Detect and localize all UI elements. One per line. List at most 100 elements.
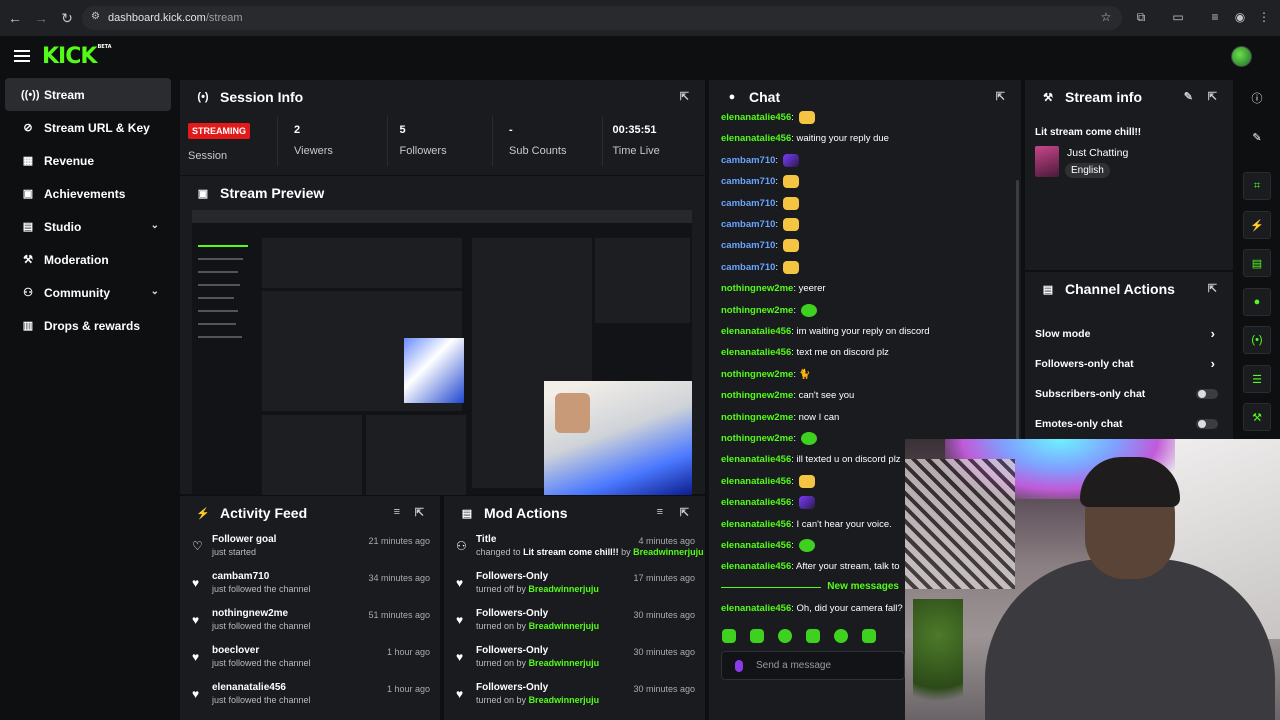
- sidebar-item-stream-url-key[interactable]: ⊘ Stream URL & Key: [5, 111, 171, 144]
- chat-text: Oh, did your camera fall?: [796, 603, 903, 614]
- heart-icon: ♥: [456, 687, 464, 701]
- popout-icon[interactable]: ⇱: [1208, 90, 1217, 103]
- chat-username[interactable]: elenanatalie456: [721, 519, 791, 530]
- chat-username[interactable]: elenanatalie456: [721, 497, 791, 508]
- chat-username[interactable]: elenanatalie456: [721, 540, 791, 551]
- mod-action-user[interactable]: Breadwinnerjuju: [529, 658, 600, 668]
- popout-icon[interactable]: ⇱: [680, 506, 689, 519]
- emote-icon[interactable]: [834, 629, 848, 643]
- emotes-only-toggle[interactable]: [1196, 419, 1218, 429]
- popout-icon[interactable]: ⇱: [1208, 282, 1217, 295]
- microphone-icon[interactable]: [735, 660, 743, 672]
- filter-icon[interactable]: ≡: [394, 506, 400, 518]
- preview-mini-chrome: [192, 210, 692, 223]
- slow-mode-row[interactable]: Slow mode ›: [1035, 326, 1225, 342]
- chat-username[interactable]: elenanatalie456: [721, 561, 791, 572]
- chat-username[interactable]: cambam710: [721, 155, 775, 166]
- emote-icon[interactable]: [778, 629, 792, 643]
- chat-bubble-icon[interactable]: ●: [1243, 288, 1271, 316]
- cast-icon[interactable]: ▭: [1168, 7, 1188, 27]
- crop-icon[interactable]: ⌗: [1243, 172, 1271, 200]
- chat-username[interactable]: elenanatalie456: [721, 476, 791, 487]
- emote-icon: [798, 111, 815, 124]
- broadcast-icon[interactable]: (•): [1243, 326, 1271, 354]
- chat-text: now I can: [798, 411, 840, 423]
- mod-action-user[interactable]: Breadwinnerjuju: [529, 695, 600, 705]
- pencil-icon[interactable]: ✎: [1243, 123, 1271, 151]
- chat-username[interactable]: cambam710: [721, 240, 775, 251]
- wrench-icon: ⚒: [23, 254, 33, 266]
- chevron-down-icon[interactable]: ⌄: [151, 286, 159, 297]
- chat-username[interactable]: elenanatalie456: [721, 326, 791, 337]
- activity-subtitle: just followed the channel: [212, 695, 311, 705]
- wrench-icon[interactable]: ⚒: [1243, 403, 1271, 431]
- category-name[interactable]: Just Chatting: [1067, 147, 1128, 159]
- chat-message-input[interactable]: Send a message: [721, 651, 905, 680]
- filter-icon[interactable]: ≡: [657, 506, 663, 518]
- subscribers-only-toggle[interactable]: [1196, 389, 1218, 399]
- popout-icon[interactable]: ⇱: [996, 90, 1005, 103]
- document-icon[interactable]: ▤: [1243, 249, 1271, 277]
- reload-icon[interactable]: ↻: [56, 7, 78, 29]
- media-icon[interactable]: ≡: [1205, 7, 1225, 27]
- preview-mini-panel: [366, 415, 466, 495]
- extensions-icon[interactable]: ⧉: [1131, 7, 1151, 27]
- stream-preview-video[interactable]: [192, 210, 692, 495]
- new-messages-divider[interactable]: New messages: [721, 581, 903, 593]
- sidebar-item-revenue[interactable]: ▦ Revenue: [5, 144, 171, 177]
- chevron-down-icon[interactable]: ⌄: [151, 220, 159, 231]
- address-bar[interactable]: ⚙ dashboard.kick.com/stream: [82, 6, 1122, 30]
- menu-icon[interactable]: ⋮: [1254, 7, 1274, 27]
- emote-icon[interactable]: [750, 629, 764, 643]
- bookmark-star-icon[interactable]: ☆: [1096, 7, 1116, 27]
- chat-username[interactable]: elenanatalie456: [721, 133, 791, 144]
- stream-info-header: ⚒ Stream info ✎ ⇱: [1025, 80, 1233, 114]
- info-icon[interactable]: ⓘ: [1243, 84, 1271, 112]
- mod-action-user[interactable]: Breadwinnerjuju: [633, 547, 704, 557]
- chat-username[interactable]: nothingnew2me: [721, 412, 793, 423]
- chat-username[interactable]: elenanatalie456: [721, 454, 791, 465]
- popout-icon[interactable]: ⇱: [415, 506, 424, 519]
- sidebar-item-drops-rewards[interactable]: ▥ Drops & rewards: [5, 309, 171, 342]
- layout-icon[interactable]: ☰: [1243, 365, 1271, 393]
- chat-username[interactable]: cambam710: [721, 198, 775, 209]
- chat-username[interactable]: cambam710: [721, 262, 775, 273]
- chat-username[interactable]: nothingnew2me: [721, 433, 793, 444]
- activity-time: 1 hour ago: [386, 684, 430, 694]
- emote-icon: [782, 239, 799, 253]
- panel-title: Mod Actions: [484, 505, 568, 521]
- chat-username[interactable]: nothingnew2me: [721, 283, 793, 294]
- preview-mini-line: [198, 284, 240, 286]
- emote-icon[interactable]: [806, 629, 820, 643]
- popout-icon[interactable]: ⇱: [680, 90, 689, 103]
- site-settings-icon[interactable]: ⚙: [91, 11, 103, 23]
- sidebar-item-stream[interactable]: ((•)) Stream: [5, 78, 171, 111]
- emote-icon[interactable]: [722, 629, 736, 643]
- pencil-icon[interactable]: ✎: [1184, 90, 1193, 103]
- mod-action-user[interactable]: Breadwinnerjuju: [528, 584, 599, 594]
- chat-username[interactable]: nothingnew2me: [721, 305, 793, 316]
- kick-logo[interactable]: KICKBETA: [42, 44, 112, 69]
- sidebar-item-moderation[interactable]: ⚒ Moderation: [5, 243, 171, 276]
- profile-icon[interactable]: ◉: [1230, 7, 1250, 27]
- sidebar-item-community[interactable]: ⚇ Community ⌄: [5, 276, 171, 309]
- back-icon[interactable]: ←: [4, 7, 26, 29]
- chevron-right-icon: ›: [1210, 356, 1215, 371]
- mod-action-user[interactable]: Breadwinnerjuju: [529, 621, 600, 631]
- chat-username[interactable]: nothingnew2me: [721, 390, 793, 401]
- followers-only-row[interactable]: Followers-only chat ›: [1035, 356, 1225, 372]
- bolt-icon[interactable]: ⚡: [1243, 211, 1271, 239]
- chat-username[interactable]: elenanatalie456: [721, 112, 791, 123]
- chat-username[interactable]: nothingnew2me: [721, 369, 793, 380]
- mod-action-time: 30 minutes ago: [633, 684, 695, 694]
- emote-icon[interactable]: [862, 629, 876, 643]
- chat-username[interactable]: elenanatalie456: [721, 603, 791, 614]
- forward-icon[interactable]: →: [30, 7, 52, 29]
- chat-username[interactable]: cambam710: [721, 219, 775, 230]
- chat-username[interactable]: elenanatalie456: [721, 347, 791, 358]
- sidebar-item-achievements[interactable]: ▣ Achievements: [5, 177, 171, 210]
- avatar[interactable]: [1231, 46, 1252, 67]
- hamburger-icon[interactable]: [14, 50, 30, 62]
- sidebar-item-studio[interactable]: ▤ Studio ⌄: [5, 210, 171, 243]
- chat-username[interactable]: cambam710: [721, 176, 775, 187]
